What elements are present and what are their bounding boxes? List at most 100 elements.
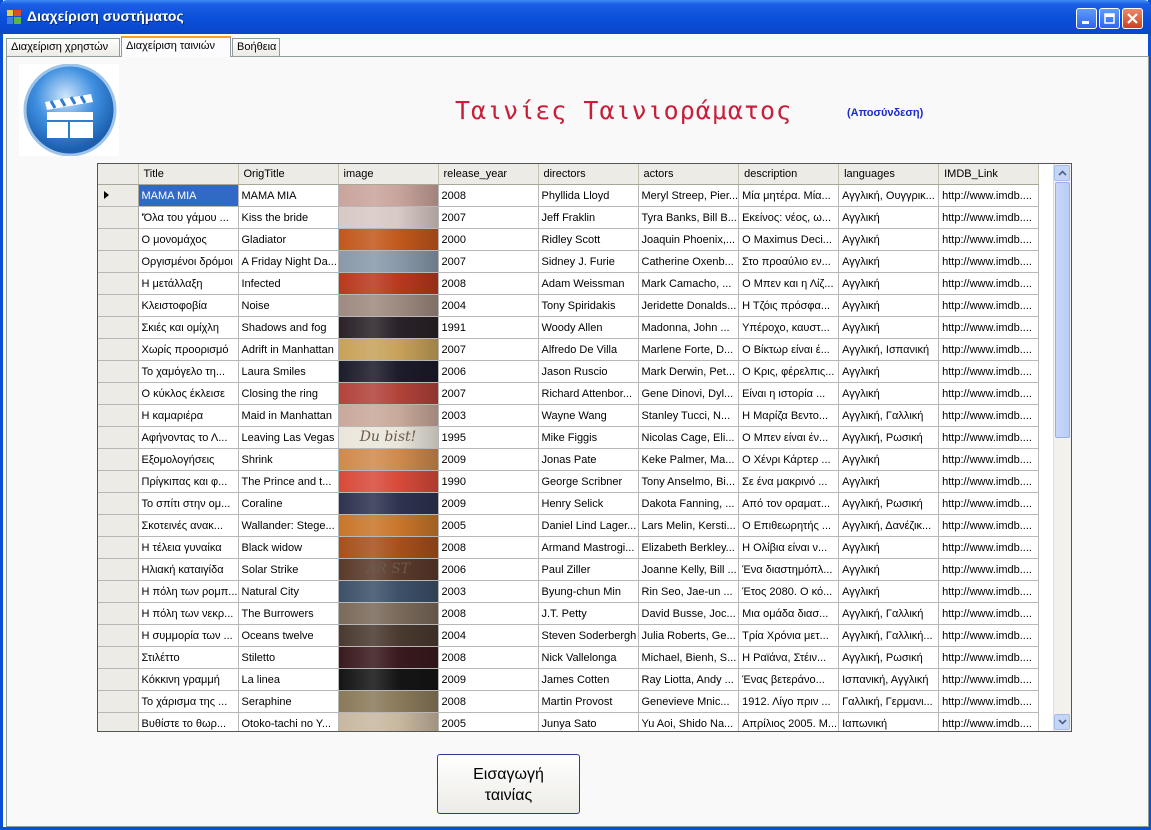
table-row[interactable]: Στιλέττο Stiletto 2008 Nick Vallelonga Micha…: [98, 646, 1040, 669]
cell-image[interactable]: [338, 580, 439, 603]
cell-image[interactable]: [338, 294, 439, 317]
cell-release-year[interactable]: 2004: [438, 294, 539, 317]
table-row[interactable]: Οργισμένοι δρόμοι A Friday Night Da... 200…: [98, 250, 1040, 273]
cell-release-year[interactable]: 1991: [438, 316, 539, 339]
cell-directors[interactable]: James Cotten: [538, 668, 639, 691]
cell-release-year[interactable]: 2009: [438, 448, 539, 471]
cell-imdb-link[interactable]: http://www.imdb....: [938, 272, 1040, 295]
cell-image[interactable]: [338, 536, 439, 559]
cell-release-year[interactable]: 2003: [438, 580, 539, 603]
cell-image[interactable]: [338, 382, 439, 405]
cell-title[interactable]: Πρίγκιπας και φ...: [138, 470, 239, 493]
cell-image[interactable]: [338, 250, 439, 273]
cell-actors[interactable]: Madonna, John ...: [638, 316, 740, 339]
cell-image[interactable]: [338, 668, 439, 691]
row-header[interactable]: [98, 580, 139, 603]
cell-description[interactable]: Η Μαρίζα Βεντο...: [738, 404, 840, 427]
cell-image[interactable]: [338, 272, 439, 295]
cell-actors[interactable]: Mark Camacho, ...: [638, 272, 740, 295]
cell-languages[interactable]: Αγγλική: [838, 448, 940, 471]
cell-languages[interactable]: Αγγλική, Δανέζικ...: [838, 514, 940, 537]
cell-image[interactable]: [338, 690, 439, 713]
table-row[interactable]: Η καμαριέρα Maid in Manhattan 2003 Wayne Wa…: [98, 404, 1040, 427]
cell-imdb-link[interactable]: http://www.imdb....: [938, 184, 1040, 207]
cell-release-year[interactable]: 2009: [438, 492, 539, 515]
cell-directors[interactable]: Jason Ruscio: [538, 360, 639, 383]
cell-imdb-link[interactable]: http://www.imdb....: [938, 206, 1040, 229]
cell-imdb-link[interactable]: http://www.imdb....: [938, 294, 1040, 317]
cell-directors[interactable]: Richard Attenbor...: [538, 382, 639, 405]
table-row[interactable]: Κλειστοφοβία Noise 2004 Tony Spiridakis Jeri…: [98, 294, 1040, 317]
row-header[interactable]: [98, 690, 139, 713]
cell-image[interactable]: [338, 624, 439, 647]
cell-languages[interactable]: Γαλλική, Γερμανι...: [838, 690, 940, 713]
cell-imdb-link[interactable]: http://www.imdb....: [938, 624, 1040, 647]
cell-image[interactable]: [338, 206, 439, 229]
cell-release-year[interactable]: 2008: [438, 536, 539, 559]
row-header[interactable]: [98, 558, 139, 581]
cell-imdb-link[interactable]: http://www.imdb....: [938, 470, 1040, 493]
cell-languages[interactable]: Αγγλική: [838, 250, 940, 273]
cell-directors[interactable]: Adam Weissman: [538, 272, 639, 295]
cell-description[interactable]: Ο Επιθεωρητής ...: [738, 514, 840, 537]
cell-directors[interactable]: Nick Vallelonga: [538, 646, 639, 669]
cell-image[interactable]: [338, 492, 439, 515]
cell-origtitle[interactable]: Oceans twelve: [238, 624, 339, 647]
cell-imdb-link[interactable]: http://www.imdb....: [938, 668, 1040, 691]
cell-languages[interactable]: Αγγλική, Ρωσική: [838, 492, 940, 515]
cell-directors[interactable]: Tony Spiridakis: [538, 294, 639, 317]
table-row[interactable]: Η μετάλλαξη Infected 2008 Adam Weissman Mark…: [98, 272, 1040, 295]
cell-imdb-link[interactable]: http://www.imdb....: [938, 338, 1040, 361]
cell-title[interactable]: Η καμαριέρα: [138, 404, 239, 427]
cell-description[interactable]: Είναι η ιστορία ...: [738, 382, 840, 405]
cell-title[interactable]: Η μετάλλαξη: [138, 272, 239, 295]
cell-origtitle[interactable]: La linea: [238, 668, 339, 691]
cell-imdb-link[interactable]: http://www.imdb....: [938, 404, 1040, 427]
cell-actors[interactable]: Elizabeth Berkley...: [638, 536, 740, 559]
cell-description[interactable]: Ο Μπεν είναι έν...: [738, 426, 840, 449]
cell-languages[interactable]: Αγγλική: [838, 580, 940, 603]
tab-help[interactable]: Βοήθεια: [232, 38, 280, 56]
row-header[interactable]: [98, 206, 139, 229]
column-header-imdb-link[interactable]: IMDB_Link: [938, 164, 1040, 185]
table-row[interactable]: Κόκκινη γραμμή La linea 2009 James Cotten Ra…: [98, 668, 1040, 691]
cell-actors[interactable]: Gene Dinovi, Dyl...: [638, 382, 740, 405]
cell-imdb-link[interactable]: http://www.imdb....: [938, 492, 1040, 515]
cell-description[interactable]: Ο Κρις, φέρελπις...: [738, 360, 840, 383]
cell-actors[interactable]: Stanley Tucci, N...: [638, 404, 740, 427]
row-header[interactable]: [98, 404, 139, 427]
cell-title[interactable]: Η πόλη των νεκρ...: [138, 602, 239, 625]
cell-description[interactable]: Έτος 2080. Ο κό...: [738, 580, 840, 603]
cell-actors[interactable]: Joanne Kelly, Bill ...: [638, 558, 740, 581]
cell-directors[interactable]: Steven Soderbergh: [538, 624, 639, 647]
row-header[interactable]: [98, 602, 139, 625]
table-row[interactable]: Αφήνοντας το Λ... Leaving Las Vegas Du bis…: [98, 426, 1040, 449]
cell-title[interactable]: Βυθίστε το θωρ...: [138, 712, 239, 731]
title-bar[interactable]: Διαχείριση συστήματος: [0, 0, 1151, 34]
row-header[interactable]: [98, 294, 139, 317]
cell-languages[interactable]: Αγγλική, Γαλλική...: [838, 624, 940, 647]
cell-directors[interactable]: George Scribner: [538, 470, 639, 493]
cell-actors[interactable]: Nicolas Cage, Eli...: [638, 426, 740, 449]
cell-actors[interactable]: Joaquin Phoenix,...: [638, 228, 740, 251]
cell-title[interactable]: Στιλέττο: [138, 646, 239, 669]
cell-actors[interactable]: Jeridette Donalds...: [638, 294, 740, 317]
cell-imdb-link[interactable]: http://www.imdb....: [938, 690, 1040, 713]
table-row[interactable]: Η πόλη των νεκρ... The Burrowers 2008 J.T. …: [98, 602, 1040, 625]
cell-directors[interactable]: Martin Provost: [538, 690, 639, 713]
cell-imdb-link[interactable]: http://www.imdb....: [938, 602, 1040, 625]
table-row[interactable]: Η τέλεια γυναίκα Black widow 2008 Armand Ma…: [98, 536, 1040, 559]
cell-release-year[interactable]: 2000: [438, 228, 539, 251]
cell-origtitle[interactable]: Noise: [238, 294, 339, 317]
cell-description[interactable]: Μια ομάδα διασ...: [738, 602, 840, 625]
row-header[interactable]: [98, 624, 139, 647]
cell-image[interactable]: [338, 712, 439, 731]
cell-actors[interactable]: Dakota Fanning, ...: [638, 492, 740, 515]
cell-image[interactable]: [338, 646, 439, 669]
cell-origtitle[interactable]: Laura Smiles: [238, 360, 339, 383]
cell-origtitle[interactable]: Wallander: Stege...: [238, 514, 339, 537]
cell-languages[interactable]: Αγγλική: [838, 294, 940, 317]
cell-title[interactable]: 'Όλα του γάμου ...: [138, 206, 239, 229]
cell-origtitle[interactable]: Solar Strike: [238, 558, 339, 581]
cell-description[interactable]: Ο Maximus Deci...: [738, 228, 840, 251]
